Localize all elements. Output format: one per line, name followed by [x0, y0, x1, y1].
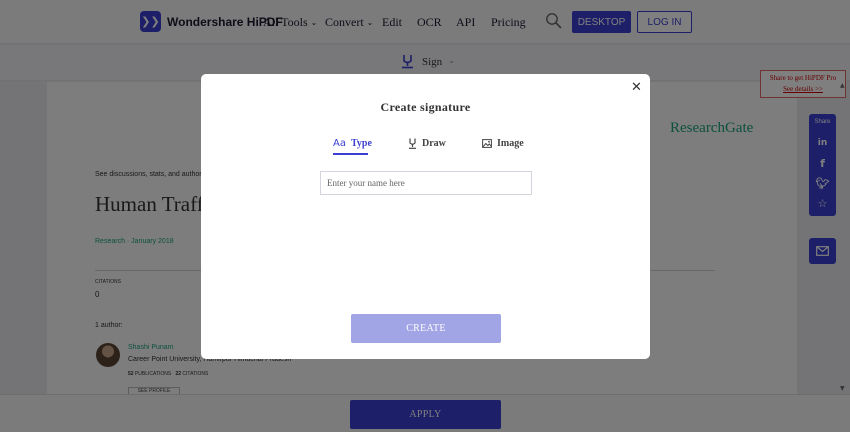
dialog-title: Create signature: [380, 100, 471, 114]
pen-icon: [408, 138, 417, 149]
create-signature-dialog: ✕ Create signature Aa Type Draw Image CR…: [201, 74, 650, 359]
tab-draw-label: Draw: [422, 138, 446, 149]
close-icon[interactable]: ✕: [631, 80, 642, 95]
tab-draw[interactable]: Draw: [408, 138, 446, 149]
type-icon: Aa: [333, 138, 346, 149]
tab-type[interactable]: Aa Type: [333, 138, 372, 149]
create-button[interactable]: CREATE: [351, 314, 501, 343]
tab-image[interactable]: Image: [482, 138, 524, 149]
tab-type-label: Type: [350, 138, 372, 149]
name-input[interactable]: [320, 171, 532, 195]
active-tab-indicator: [333, 153, 368, 155]
tab-image-label: Image: [497, 138, 524, 149]
image-icon: [482, 139, 492, 148]
